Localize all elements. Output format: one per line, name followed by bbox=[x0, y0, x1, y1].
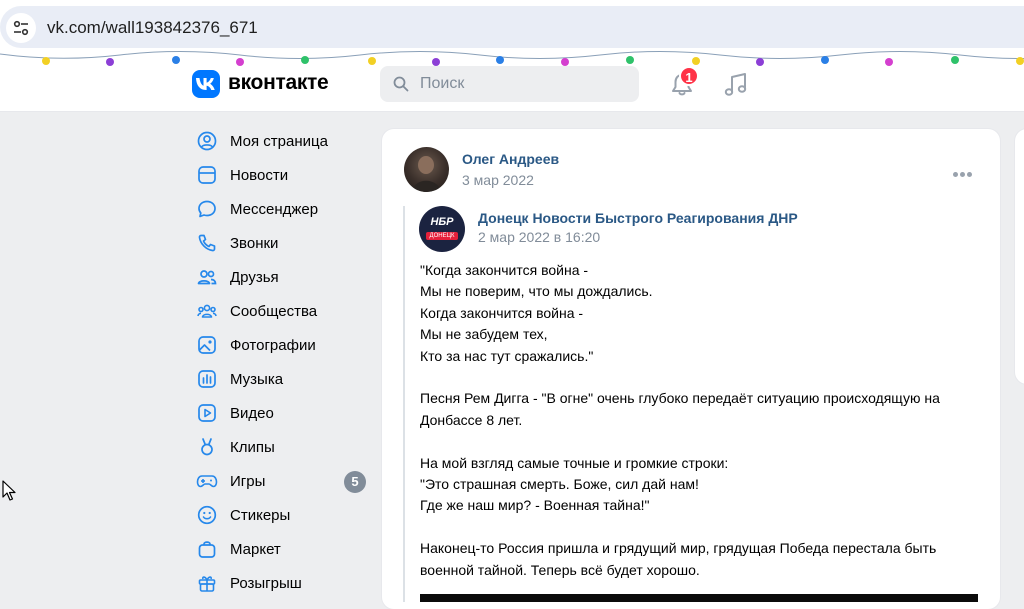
post-text-line: Где же наш мир? - Военная тайна!" bbox=[420, 497, 650, 514]
search-icon bbox=[393, 76, 409, 92]
post-text-line: "Когда закончится война - bbox=[420, 262, 589, 278]
user-circle-icon bbox=[196, 130, 218, 152]
sidebar-item-label: Клипы bbox=[230, 438, 275, 456]
video-icon bbox=[196, 402, 218, 424]
sidebar-item-label: Игры bbox=[230, 472, 266, 490]
source-post-date[interactable]: 2 мар 2022 в 16:20 bbox=[478, 229, 600, 245]
url-text[interactable]: vk.com/wall193842376_671 bbox=[47, 18, 258, 38]
sidebar-item-label: Моя страница bbox=[230, 132, 328, 150]
post-text-line: Мы не забудем тех, bbox=[420, 326, 548, 343]
repost-divider bbox=[403, 206, 405, 602]
post-text-line: "Это страшная смерть. Боже, сил дай нам! bbox=[420, 476, 699, 493]
avatar-logo-text: НБР bbox=[430, 216, 454, 228]
gift-icon bbox=[196, 572, 218, 594]
author-avatar[interactable] bbox=[404, 147, 449, 192]
sidebar-item-clips[interactable]: Клипы bbox=[192, 430, 372, 464]
sidebar-item-friends[interactable]: Друзья bbox=[192, 260, 372, 294]
sidebar-item-label: Новости bbox=[230, 166, 289, 184]
post-video-preview[interactable] bbox=[420, 594, 978, 602]
sidebar-item-label: Фотографии bbox=[230, 336, 316, 354]
sidebar-item-communities[interactable]: Сообщества bbox=[192, 294, 372, 328]
sidebar-item-market[interactable]: Маркет bbox=[192, 532, 372, 566]
gamepad-icon bbox=[196, 470, 218, 492]
search-box[interactable] bbox=[380, 66, 639, 102]
source-community-name[interactable]: Донецк Новости Быстрого Реагирования ДНР bbox=[478, 210, 798, 226]
post-text-line: Когда закончится война - bbox=[420, 304, 584, 321]
sidebar-item-video[interactable]: Видео bbox=[192, 396, 372, 430]
post-date[interactable]: 3 мар 2022 bbox=[462, 172, 534, 188]
vk-logo-text[interactable]: вконтакте bbox=[228, 71, 329, 95]
sidebar-item-news[interactable]: Новости bbox=[192, 158, 372, 192]
post-text-line: Песня Рем Дигга - "В огне" очень глубоко… bbox=[420, 390, 940, 407]
sidebar-item-messenger[interactable]: Мессенджер bbox=[192, 192, 372, 226]
news-icon bbox=[196, 164, 218, 186]
sidebar-item-my-page[interactable]: Моя страница bbox=[192, 124, 372, 158]
avatar-logo-subtext: ДОНЕЦК bbox=[426, 232, 458, 240]
browser-toolbar: vk.com/wall193842376_671 bbox=[0, 0, 1024, 56]
post-text-line bbox=[420, 431, 986, 452]
sidebar-item-label: Маркет bbox=[230, 540, 281, 558]
post-text-line: Мы не поверим, что мы дождались. bbox=[420, 283, 653, 300]
communities-icon bbox=[196, 300, 218, 322]
post-author-name[interactable]: Олег Андреев bbox=[462, 151, 559, 167]
photo-icon bbox=[196, 334, 218, 356]
sidebar-item-stickers[interactable]: Стикеры bbox=[192, 498, 372, 532]
search-input[interactable] bbox=[420, 66, 630, 102]
post-text-line: На мой взгляд самые точные и громкие стр… bbox=[420, 454, 729, 471]
post-text-line: Кто за нас тут сражались." bbox=[420, 347, 594, 364]
sidebar-item-label: Мессенджер bbox=[230, 200, 319, 218]
music-icon bbox=[196, 368, 218, 390]
notification-badge: 1 bbox=[679, 66, 699, 86]
sidebar-item-label: Видео bbox=[230, 404, 274, 422]
post-text: "Когда закончится война - Мы не поверим,… bbox=[420, 260, 986, 581]
sidebar-item-label: Розыгрыш bbox=[230, 574, 302, 592]
sidebar-item-calls[interactable]: Звонки bbox=[192, 226, 372, 260]
sidebar-item-label: Музыка bbox=[230, 370, 284, 388]
friends-icon bbox=[196, 266, 218, 288]
sidebar-item-label: Звонки bbox=[230, 234, 279, 252]
sidebar-item-music[interactable]: Музыка bbox=[192, 362, 372, 396]
games-count-badge: 5 bbox=[344, 471, 366, 493]
clips-icon bbox=[196, 436, 218, 458]
post-text-line: Донбассе 8 лет. bbox=[420, 411, 523, 428]
smile-icon bbox=[196, 504, 218, 526]
sidebar-item-giveaway[interactable]: Розыгрыш bbox=[192, 566, 372, 600]
sidebar-item-label: Друзья bbox=[230, 268, 279, 286]
sidebar-item-label: Сообщества bbox=[230, 302, 318, 320]
phone-icon bbox=[196, 232, 218, 254]
sidebar-item-label: Стикеры bbox=[230, 506, 291, 524]
message-icon bbox=[196, 198, 218, 220]
bag-icon bbox=[196, 538, 218, 560]
vk-logo-icon[interactable] bbox=[192, 70, 220, 98]
more-options-icon[interactable] bbox=[953, 164, 977, 177]
post-text-line bbox=[420, 517, 986, 538]
source-community-avatar[interactable]: НБР ДОНЕЦК bbox=[419, 206, 465, 252]
post-text-line: Наконец-то Россия пришла и грядущий мир,… bbox=[420, 540, 937, 557]
sidebar-item-games[interactable]: Игры 5 bbox=[192, 464, 372, 498]
left-sidebar: Моя страница Новости Мессенджер Звонки Д… bbox=[192, 124, 372, 600]
site-settings-icon[interactable] bbox=[6, 13, 36, 43]
music-note-icon[interactable] bbox=[724, 72, 748, 98]
sidebar-item-photos[interactable]: Фотографии bbox=[192, 328, 372, 362]
right-panel-card bbox=[1015, 129, 1024, 384]
post-text-line: военной тайной. Теперь всё будет хорошо. bbox=[420, 561, 700, 578]
post-text-line bbox=[420, 367, 986, 388]
mouse-cursor-icon bbox=[2, 480, 16, 501]
